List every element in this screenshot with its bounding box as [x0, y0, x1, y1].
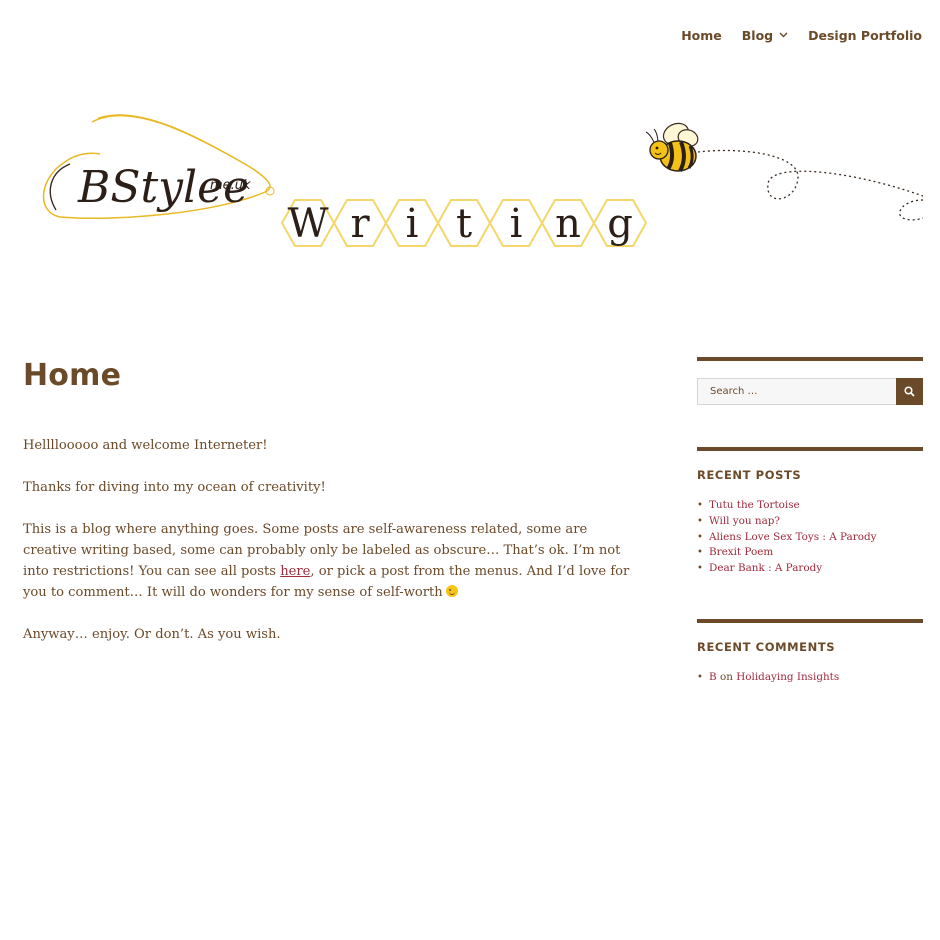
chevron-down-icon[interactable]	[779, 30, 788, 41]
list-item: B on Holidaying Insights	[697, 670, 923, 686]
search-button[interactable]	[896, 378, 923, 405]
winking-face-emoji	[445, 585, 458, 597]
description-paragraph: This is a blog where anything goes. Some…	[23, 519, 643, 603]
recent-post-link[interactable]: Will you nap?	[709, 515, 780, 527]
recent-comments-title: RECENT COMMENTS	[697, 639, 836, 654]
list-item: Will you nap?	[697, 514, 923, 530]
recent-posts-list: Tutu the Tortoise Will you nap? Aliens L…	[697, 498, 923, 577]
search-icon	[904, 386, 915, 397]
recent-comments-list: B on Holidaying Insights	[697, 670, 923, 686]
page-title: Home	[23, 358, 122, 393]
main-nav: Home Blog Design Portfolio	[671, 28, 922, 43]
comment-post-link[interactable]: Holidaying Insights	[736, 671, 839, 683]
search-form	[697, 378, 923, 405]
honeycomb-letter: g	[607, 201, 633, 247]
recent-post-link[interactable]: Dear Bank : A Parody	[709, 562, 822, 574]
honeycomb-letter: n	[555, 201, 581, 247]
search-widget	[697, 357, 923, 405]
all-posts-link[interactable]: here	[280, 564, 310, 579]
honeycomb-letter: i	[406, 201, 419, 247]
nav-design-portfolio-label: Design Portfolio	[808, 28, 922, 43]
nav-item-blog[interactable]: Blog	[732, 28, 798, 43]
honeycomb-letter: W	[287, 201, 328, 247]
recent-post-link[interactable]: Brexit Poem	[709, 546, 773, 558]
intro-paragraph: Thanks for diving into my ocean of creat…	[23, 480, 326, 495]
flight-trail	[697, 149, 923, 200]
recent-post-link[interactable]: Aliens Love Sex Toys : A Parody	[709, 531, 877, 543]
honeycomb-letter: t	[456, 201, 472, 247]
closing-paragraph: Anyway… enjoy. Or don’t. As you wish.	[23, 627, 281, 642]
main-content: Home Hellllooooo and welcome Interneter!…	[23, 358, 643, 666]
sidebar: RECENT POSTS Tutu the Tortoise Will you …	[697, 357, 923, 686]
honeycomb-letter: r	[350, 201, 370, 247]
nav-home-label: Home	[681, 28, 722, 43]
recent-posts-title: RECENT POSTS	[697, 468, 802, 482]
comment-joiner: on	[719, 670, 733, 683]
list-item: Brexit Poem	[697, 545, 923, 561]
flight-trail-end	[899, 199, 923, 221]
recent-posts-widget: RECENT POSTS Tutu the Tortoise Will you …	[697, 447, 923, 577]
honeycomb-word: W r i t i n g	[280, 199, 648, 247]
logo-text-suffix: me.uk	[210, 178, 251, 193]
list-item: Dear Bank : A Parody	[697, 561, 923, 577]
nav-blog-label: Blog	[741, 28, 774, 43]
nav-item-home[interactable]: Home	[671, 28, 732, 43]
recent-post-link[interactable]: Tutu the Tortoise	[709, 499, 800, 511]
honeycomb-letter: i	[510, 201, 523, 247]
nav-item-design-portfolio[interactable]: Design Portfolio	[798, 28, 922, 43]
list-item: Aliens Love Sex Toys : A Parody	[697, 530, 923, 546]
list-item: Tutu the Tortoise	[697, 498, 923, 514]
bee-icon	[645, 122, 699, 172]
site-logo[interactable]: BStylee me.uk	[43, 114, 275, 219]
header-banner[interactable]: BStylee me.uk W r i t i n g	[20, 92, 923, 274]
comment-author-link[interactable]: B	[709, 671, 717, 683]
search-input[interactable]	[697, 378, 896, 405]
recent-comments-widget: RECENT COMMENTS B on Holidaying Insights	[697, 618, 923, 686]
welcome-paragraph: Hellllooooo and welcome Interneter!	[23, 438, 268, 453]
